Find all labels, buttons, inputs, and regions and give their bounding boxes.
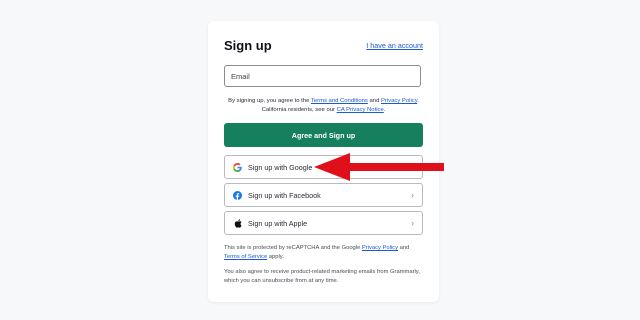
chevron-right-icon: ›	[411, 217, 414, 228]
facebook-icon	[233, 190, 242, 200]
terms-notice: By signing up, you agree to the Terms an…	[224, 97, 423, 115]
terms-suffix: .	[383, 107, 386, 113]
terms-of-service-link[interactable]: Terms of Service	[224, 254, 267, 260]
apple-icon	[233, 218, 242, 228]
facebook-signup-button[interactable]: Sign up with Facebook ›	[224, 183, 423, 207]
agree-signup-button[interactable]: Agree and Sign up	[224, 123, 423, 147]
apple-signup-button[interactable]: Sign up with Apple ›	[224, 211, 423, 235]
page: Sign up I have an account By signing up,…	[0, 0, 640, 320]
marketing-notice: You also agree to receive product-relate…	[224, 269, 420, 284]
privacy-policy-link[interactable]: Privacy Policy	[381, 98, 417, 104]
ca-privacy-link[interactable]: CA Privacy Notice	[337, 107, 384, 113]
recaptcha-prefix: This site is protected by reCAPTCHA and …	[224, 245, 362, 251]
google-icon	[233, 162, 242, 172]
email-field[interactable]	[224, 65, 421, 87]
recaptcha-notice: This site is protected by reCAPTCHA and …	[224, 244, 424, 261]
recaptcha-and: and	[397, 245, 410, 251]
chevron-right-icon: ›	[411, 189, 414, 200]
terms-and: and	[367, 98, 381, 104]
terms-prefix: By signing up, you agree to the	[228, 98, 311, 104]
facebook-signup-label: Sign up with Facebook	[248, 190, 321, 200]
apple-signup-label: Sign up with Apple	[248, 218, 308, 228]
recaptcha-suffix: apply.	[267, 253, 284, 260]
terms-link[interactable]: Terms and Conditions	[311, 98, 368, 104]
have-account-link[interactable]: I have an account	[366, 41, 423, 50]
google-privacy-link[interactable]: Privacy Policy	[362, 245, 398, 251]
red-arrow-annotation	[314, 153, 444, 181]
page-title: Sign up	[224, 38, 272, 53]
